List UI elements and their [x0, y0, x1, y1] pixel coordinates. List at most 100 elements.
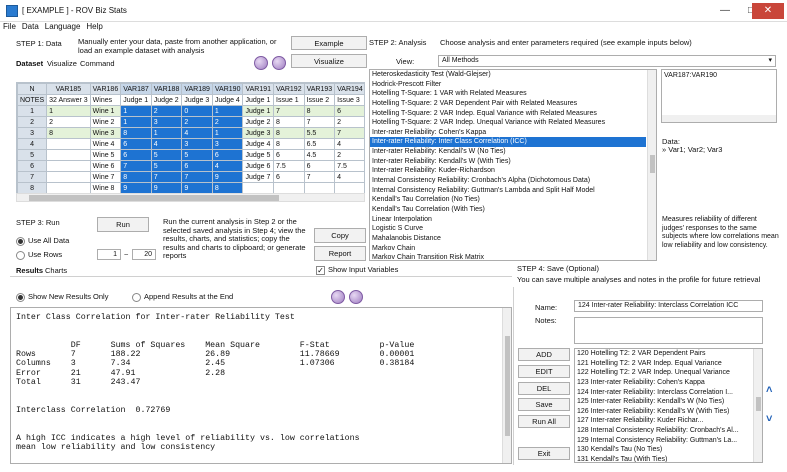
grid-cell[interactable]: Judge 3	[181, 94, 213, 106]
grid-cell[interactable]: Judge 3	[242, 127, 275, 139]
grid-cell[interactable]: Judge 4	[242, 138, 275, 150]
view-select[interactable]: All Methods ▾	[438, 55, 776, 67]
grid-cell[interactable]: 8	[120, 171, 152, 183]
grid-cell[interactable]: Issue 2	[303, 94, 336, 106]
grid-row-header[interactable]: 7	[17, 171, 48, 183]
methods-scrollbar[interactable]	[647, 70, 656, 260]
grid-cell[interactable]: 5.5	[303, 127, 336, 139]
grid-cell[interactable]: 5	[150, 160, 183, 172]
grid-cell[interactable]: Wine 6	[89, 160, 122, 172]
data-grid[interactable]: N VAR185 VAR186 VAR187 VAR188 VAR189 VAR190 VAR…	[16, 82, 365, 202]
grid-row-header[interactable]: 3	[17, 127, 48, 139]
grid-cell[interactable]: Wine 1	[89, 105, 122, 117]
grid-cell[interactable]	[273, 182, 305, 194]
grid-cell[interactable]: 7	[273, 105, 305, 117]
saved-analysis-item[interactable]: 131 Kendall's Tau (With Ties)	[575, 455, 752, 462]
methods-scroll-thumb[interactable]	[650, 155, 655, 173]
grid-column-header[interactable]: VAR186	[89, 83, 122, 95]
grid-cell[interactable]: Judge 2	[150, 94, 183, 106]
menu-file[interactable]: File	[3, 22, 16, 31]
method-item[interactable]: Inter-rater Reliability: Cohen's Kappa	[370, 128, 646, 138]
grid-cell[interactable]: 4	[334, 138, 364, 150]
grid-column-header[interactable]: VAR192	[273, 83, 305, 95]
grid-cell[interactable]: Wine 2	[89, 116, 122, 128]
method-item[interactable]: Hotelling T-Square: 1 VAR with Related M…	[370, 89, 646, 99]
append-results-radio[interactable]: Append Results at the End	[132, 292, 233, 302]
grid-column-header[interactable]: VAR188	[150, 83, 183, 95]
run-all-button[interactable]: Run All	[518, 415, 570, 428]
grid-cell[interactable]: 7.5	[334, 160, 364, 172]
grid-cell[interactable]: 8	[273, 127, 305, 139]
grid-cell[interactable]: 8	[303, 105, 336, 117]
grid-cell[interactable]	[46, 182, 91, 194]
exit-button[interactable]: Exit	[518, 447, 570, 460]
grid-cell[interactable]: 9	[150, 182, 183, 194]
parameter-input[interactable]: VAR187:VAR190	[661, 69, 777, 123]
grid-cell[interactable]: 8	[46, 127, 91, 139]
grid-cell[interactable]: 5	[181, 149, 213, 161]
grid-cell[interactable]: 6	[273, 171, 305, 183]
saved-analysis-item[interactable]: 126 Inter-rater Reliability: Kendall's W…	[575, 407, 752, 417]
grid-cell[interactable]: Judge 2	[242, 116, 275, 128]
saved-analysis-item[interactable]: 128 Internal Consistency Reliability: Cr…	[575, 426, 752, 436]
grid-cell[interactable]: Judge 4	[211, 94, 244, 106]
grid-column-header[interactable]: VAR193	[303, 83, 336, 95]
grid-cell[interactable]: 4	[181, 127, 213, 139]
grid-cell[interactable]: 8	[273, 116, 305, 128]
saved-analyses-list[interactable]: 120 Hotelling T2: 2 VAR Dependent Pairs 1…	[574, 348, 763, 463]
move-down-icon[interactable]: ˅	[766, 413, 772, 425]
grid-cell[interactable]	[242, 182, 275, 194]
grid-cell[interactable]	[334, 182, 364, 194]
grid-cell[interactable]: 2	[334, 116, 364, 128]
method-item[interactable]: Inter-rater Reliability: Kendall's W (No…	[370, 147, 646, 157]
grid-column-header[interactable]: VAR189	[181, 83, 213, 95]
grid-cell[interactable]: 8	[273, 138, 305, 150]
grid-cell[interactable]: 7	[120, 160, 152, 172]
grid-cell[interactable]: 6	[303, 160, 336, 172]
grid-cell[interactable]: 7	[303, 171, 336, 183]
edit-button[interactable]: EDIT	[518, 365, 570, 378]
grid-row-header[interactable]: NOTES	[17, 94, 48, 106]
saved-analysis-item[interactable]: 120 Hotelling T2: 2 VAR Dependent Pairs	[575, 349, 752, 359]
run-button[interactable]: Run	[97, 217, 149, 232]
example-button[interactable]: Example	[291, 36, 367, 50]
grid-cell[interactable]: Wines	[89, 94, 122, 106]
grid-cell[interactable]: 2	[211, 116, 244, 128]
saved-analysis-item[interactable]: 127 Inter-rater Reliability: Kuder Richa…	[575, 416, 752, 426]
report-button[interactable]: Report	[314, 246, 366, 261]
grid-cell[interactable]: 7	[150, 171, 183, 183]
grid-cell[interactable]: 6	[273, 149, 305, 161]
grid-cell[interactable]: 3	[211, 138, 244, 150]
grid-cell[interactable]: 3	[150, 116, 183, 128]
grid-cell[interactable]: 2	[150, 105, 183, 117]
grid-cell[interactable]: 6	[211, 149, 244, 161]
saved-analysis-item[interactable]: 130 Kendall's Tau (No Ties)	[575, 445, 752, 455]
grid-cell[interactable]	[46, 160, 91, 172]
method-item[interactable]: Hodrick-Prescott Filter	[370, 80, 646, 90]
method-item[interactable]: Mahalanobis Distance	[370, 234, 646, 244]
grid-cell[interactable]: 3	[181, 138, 213, 150]
close-button[interactable]: ✕	[752, 3, 784, 19]
saved-analysis-item[interactable]: 129 Internal Consistency Reliability: Gu…	[575, 436, 752, 446]
grid-row-header[interactable]: 2	[17, 116, 48, 128]
notes-input[interactable]	[574, 317, 763, 344]
grid-cell[interactable]: 4	[334, 171, 364, 183]
grid-cell[interactable]: 6	[120, 149, 152, 161]
method-item[interactable]: Inter-rater Reliability: Kuder-Richardso…	[370, 166, 646, 176]
grid-cell[interactable]: Issue 3	[334, 94, 364, 106]
grid-cell[interactable]: Wine 8	[89, 182, 122, 194]
show-new-results-radio[interactable]: Show New Results Only	[16, 292, 108, 302]
menu-language[interactable]: Language	[45, 22, 81, 31]
tab-dataset[interactable]: Dataset	[16, 59, 43, 68]
zoom-in-icon[interactable]	[331, 290, 345, 304]
saved-analysis-item[interactable]: 124 Inter-rater Reliability: Interclass …	[575, 388, 752, 398]
grid-cell[interactable]: Judge 5	[242, 149, 275, 161]
grid-column-header[interactable]: VAR187	[120, 83, 152, 95]
saved-analysis-item[interactable]: 125 Inter-rater Reliability: Kendall's W…	[575, 397, 752, 407]
add-button[interactable]: ADD	[518, 348, 570, 361]
menu-data[interactable]: Data	[22, 22, 39, 31]
method-item[interactable]: Kendall's Tau Correlation (With Ties)	[370, 205, 646, 215]
grid-cell[interactable]: 7	[303, 116, 336, 128]
grid-cell[interactable]: 9	[181, 182, 213, 194]
methods-list[interactable]: Heteroskedasticity Test (Wald-Glejser) Ho…	[369, 69, 657, 261]
